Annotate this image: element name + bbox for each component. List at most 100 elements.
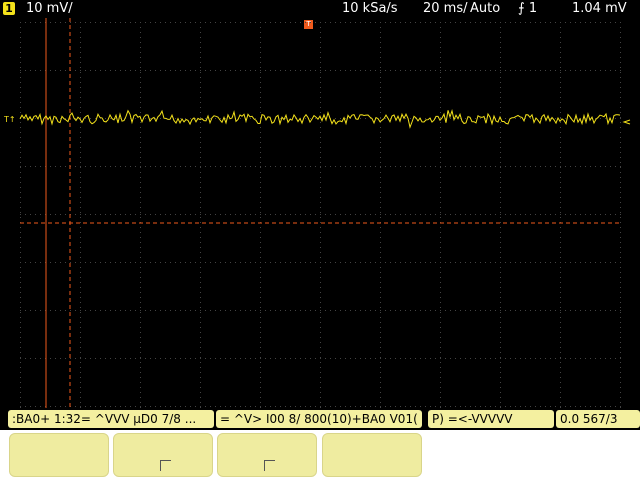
- trigger-source[interactable]: ⨍ 1: [518, 1, 537, 16]
- grid-dot: [260, 132, 261, 133]
- grid-dot: [205, 70, 206, 71]
- grid-dot: [145, 262, 146, 263]
- grid-dot: [440, 192, 441, 193]
- grid-dot: [60, 166, 61, 167]
- grid-dot: [330, 262, 331, 263]
- grid-dot: [250, 358, 251, 359]
- grid-dot: [520, 358, 521, 359]
- grid-dot: [545, 262, 546, 263]
- grid-dot: [75, 70, 76, 71]
- grid-dot: [450, 310, 451, 311]
- grid-dot: [620, 292, 621, 293]
- grid-dot: [620, 222, 621, 223]
- softkey-2[interactable]: [113, 433, 213, 477]
- grid-dot: [560, 157, 561, 158]
- grid-dot: [200, 132, 201, 133]
- grid-dot: [615, 262, 616, 263]
- softkey-1[interactable]: [9, 433, 109, 477]
- grid-dot: [20, 112, 21, 113]
- grid-dot: [140, 137, 141, 138]
- grid-dot: [500, 367, 501, 368]
- grid-dot: [350, 214, 351, 215]
- trigger-mode[interactable]: Auto: [470, 1, 500, 16]
- grid-dot: [440, 77, 441, 78]
- grid-dot: [400, 166, 401, 167]
- grid-dot: [260, 292, 261, 293]
- grid-dot: [470, 310, 471, 311]
- grid-dot: [250, 166, 251, 167]
- grid-dot: [500, 52, 501, 53]
- grid-dot: [520, 118, 521, 119]
- trigger-level[interactable]: 1.04 mV: [572, 1, 627, 16]
- waveform-display[interactable]: T↑: [0, 18, 640, 408]
- channel-1-ground-marker[interactable]: T↑: [3, 115, 16, 124]
- grid-dot: [140, 242, 141, 243]
- grid-dot: [400, 262, 401, 263]
- grid-dot: [140, 162, 141, 163]
- grid-dot: [200, 332, 201, 333]
- grid-dot: [90, 166, 91, 167]
- grid-dot: [80, 322, 81, 323]
- grid-dot: [320, 214, 321, 215]
- softkey-3[interactable]: [217, 433, 317, 477]
- grid-dot: [490, 406, 491, 407]
- grid-dot: [440, 177, 441, 178]
- grid-dot: [20, 212, 21, 213]
- grid-dot: [605, 406, 606, 407]
- grid-dot: [80, 22, 81, 23]
- grid-dot: [500, 262, 501, 263]
- grid-dot: [80, 182, 81, 183]
- vertical-scale[interactable]: 10 mV/: [26, 1, 73, 16]
- grid-dot: [225, 118, 226, 119]
- grid-dot: [375, 166, 376, 167]
- grid-dot: [75, 262, 76, 263]
- grid-dot: [90, 70, 91, 71]
- grid-dot: [20, 87, 21, 88]
- grid-dot: [70, 358, 71, 359]
- grid-dot: [20, 247, 21, 248]
- grid-dot: [620, 357, 621, 358]
- grid-dot: [205, 358, 206, 359]
- grid-dot: [585, 406, 586, 407]
- softkey-4[interactable]: [322, 433, 422, 477]
- grid-dot: [465, 406, 466, 407]
- grid-dot: [20, 72, 21, 73]
- grid-dot: [210, 358, 211, 359]
- grid-dot: [340, 70, 341, 71]
- grid-dot: [530, 406, 531, 407]
- grid-dot: [55, 406, 56, 407]
- grid-dot: [30, 310, 31, 311]
- grid-dot: [345, 22, 346, 23]
- grid-dot: [475, 22, 476, 23]
- grid-dot: [105, 166, 106, 167]
- grid-dot: [380, 152, 381, 153]
- grid-dot: [440, 332, 441, 333]
- grid-dot: [310, 358, 311, 359]
- grid-dot: [620, 257, 621, 258]
- grid-dot: [200, 222, 201, 223]
- grid-dot: [185, 406, 186, 407]
- grid-dot: [165, 22, 166, 23]
- grid-dot: [155, 310, 156, 311]
- grid-dot: [260, 166, 261, 167]
- grid-dot: [560, 52, 561, 53]
- grid-dot: [185, 214, 186, 215]
- trigger-level-arrow-icon[interactable]: [622, 119, 631, 125]
- grid-dot: [400, 70, 401, 71]
- grid-dot: [480, 262, 481, 263]
- grid-dot: [450, 166, 451, 167]
- grid-dot: [300, 406, 301, 407]
- softkey-bar: [0, 430, 640, 480]
- channel-1-badge[interactable]: 1: [3, 2, 15, 15]
- grid-dot: [320, 212, 321, 213]
- grid-dot: [20, 67, 21, 68]
- grid-dot: [500, 247, 501, 248]
- grid-dot: [500, 197, 501, 198]
- grid-dot: [555, 214, 556, 215]
- timebase[interactable]: 20 ms/: [423, 1, 468, 16]
- grid-dot: [320, 297, 321, 298]
- grid-dot: [325, 358, 326, 359]
- grid-dot: [560, 67, 561, 68]
- grid-dot: [620, 137, 621, 138]
- grid-dot: [605, 262, 606, 263]
